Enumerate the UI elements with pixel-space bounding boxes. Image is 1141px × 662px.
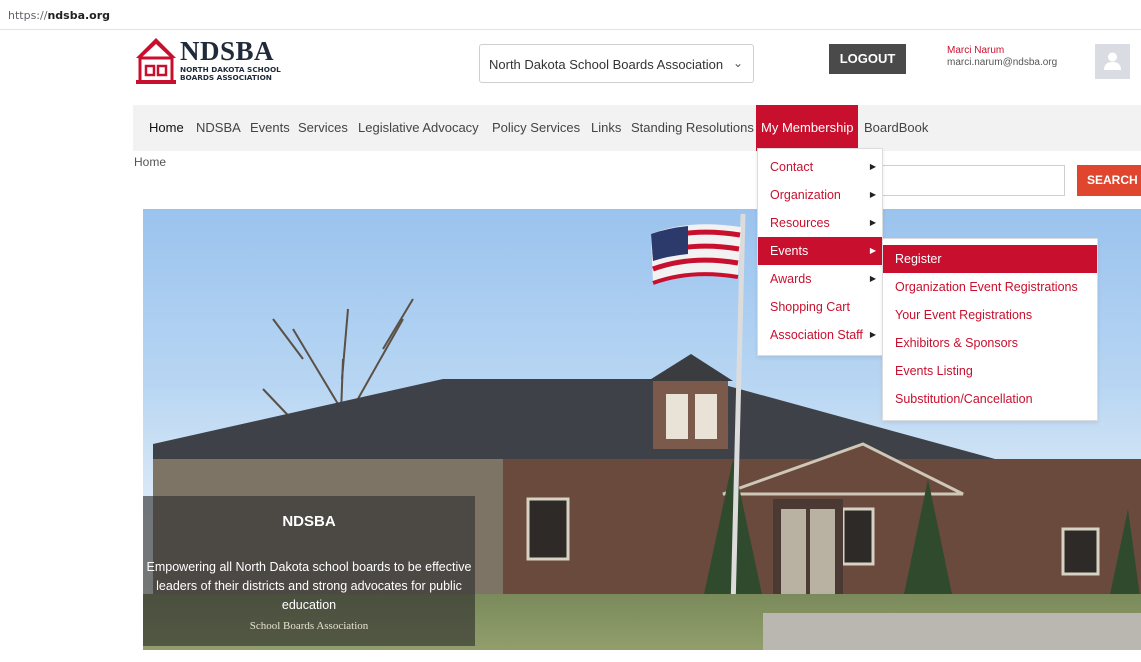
nav-item-services[interactable]: Services (298, 105, 348, 151)
user-name-link[interactable]: Marci Narum (947, 45, 1004, 56)
caret-right-icon: ▶ (869, 162, 876, 171)
main-navigation: Home NDSBA Events Services Legislative A… (133, 105, 1141, 151)
schoolhouse-logo-icon (136, 38, 176, 84)
menu-item-association-staff[interactable]: Association Staff ▶ (758, 321, 882, 349)
menu-item-shopping-cart[interactable]: Shopping Cart (758, 293, 882, 321)
membership-dropdown-menu: Contact ▶ Organization ▶ Resources ▶ Events… (757, 148, 883, 356)
logout-button[interactable]: LOGOUT (829, 44, 906, 74)
organization-select-value: North Dakota School Boards Association (489, 57, 724, 72)
nav-item-links[interactable]: Links (591, 105, 621, 151)
breadcrumb[interactable]: Home (134, 155, 166, 169)
nav-item-standing-resolutions[interactable]: Standing Resolutions (631, 105, 754, 151)
caret-right-icon: ▶ (869, 274, 876, 283)
menu-item-awards[interactable]: Awards ▶ (758, 265, 882, 293)
events-flyout-menu: Register Organization Event Registration… (882, 238, 1098, 421)
organization-select[interactable]: North Dakota School Boards Association ⌄ (479, 44, 754, 83)
hero-sign-text: School Boards Association (249, 620, 369, 632)
menu-item-resources[interactable]: Resources ▶ (758, 209, 882, 237)
search-button[interactable]: SEARCH (1077, 165, 1141, 196)
hero-title: NDSBA (282, 513, 336, 530)
caret-right-icon: ▶ (869, 218, 876, 227)
chevron-down-icon: ⌄ (732, 56, 743, 70)
menu-item-organization[interactable]: Organization ▶ (758, 181, 882, 209)
caret-right-icon: ▶ (869, 330, 876, 339)
search-input[interactable] (872, 165, 1065, 196)
nav-item-boardbook[interactable]: BoardBook (864, 105, 928, 151)
menu-item-events[interactable]: Events ▶ (758, 237, 882, 265)
nav-item-ndsba[interactable]: NDSBA (196, 105, 241, 151)
avatar[interactable] (1095, 44, 1130, 79)
url-text[interactable]: https://ndsba.org (8, 9, 110, 22)
menu-item-your-event-registrations[interactable]: Your Event Registrations (883, 301, 1097, 329)
nav-item-my-membership[interactable]: My Membership (756, 105, 859, 151)
user-email: marci.narum@ndsba.org (947, 57, 1058, 68)
hero-caption: NDSBA Empowering all North Dakota school… (143, 496, 475, 646)
hero-text: Empowering all North Dakota school board… (146, 560, 472, 612)
browser-url-bar[interactable]: https://ndsba.org (0, 0, 1141, 30)
menu-item-organization-event-registrations[interactable]: Organization Event Registrations (883, 273, 1097, 301)
nav-item-policy-services[interactable]: Policy Services (492, 105, 580, 151)
menu-item-exhibitors-sponsors[interactable]: Exhibitors & Sponsors (883, 329, 1097, 357)
caret-right-icon: ▶ (869, 246, 876, 255)
nav-item-legislative-advocacy[interactable]: Legislative Advocacy (358, 105, 479, 151)
nav-item-home[interactable]: Home (149, 105, 184, 151)
user-icon (1104, 52, 1121, 70)
logo-wordmark: NDSBA (180, 36, 275, 66)
nav-item-events[interactable]: Events (250, 105, 290, 151)
menu-item-events-listing[interactable]: Events Listing (883, 357, 1097, 385)
caret-right-icon: ▶ (869, 190, 876, 199)
menu-item-contact[interactable]: Contact ▶ (758, 153, 882, 181)
menu-item-register[interactable]: Register (883, 245, 1097, 273)
logo-subtitle: NORTH DAKOTA SCHOOL BOARDS ASSOCIATION (180, 65, 281, 82)
site-logo[interactable]: NDSBA NORTH DAKOTA SCHOOL BOARDS ASSOCIA… (134, 36, 284, 88)
menu-item-substitution-cancellation[interactable]: Substitution/Cancellation (883, 385, 1097, 413)
